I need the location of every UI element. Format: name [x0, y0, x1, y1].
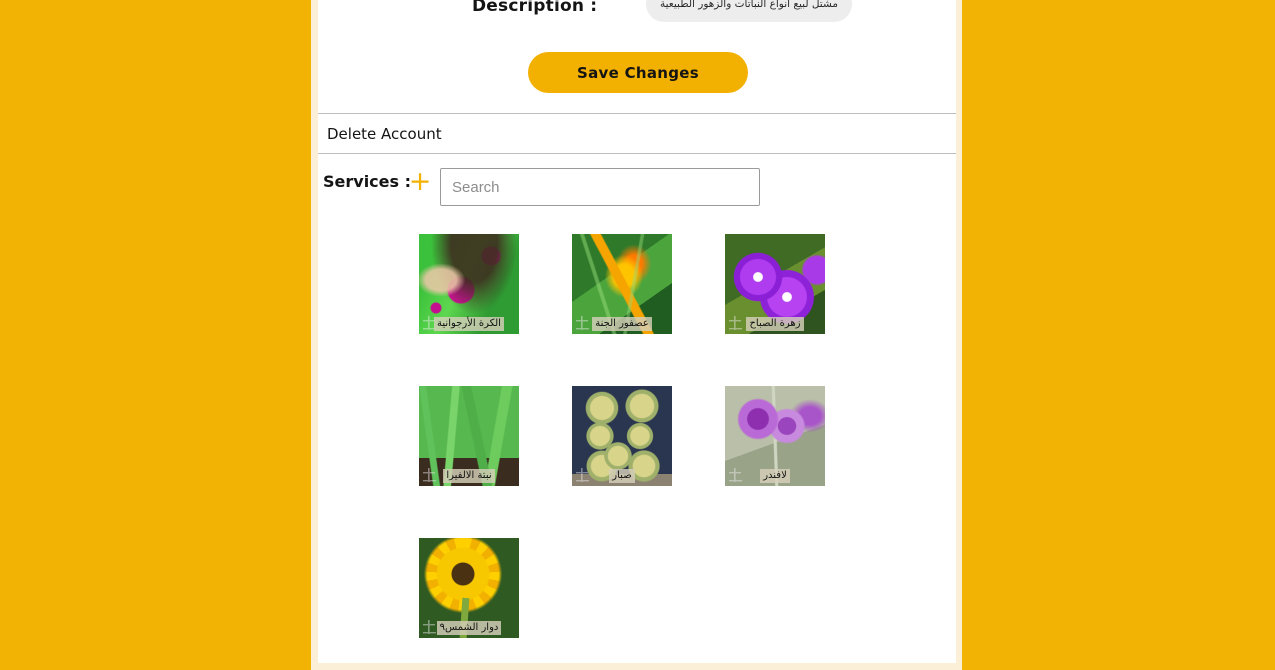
save-changes-button[interactable]: Save Changes — [528, 52, 748, 93]
service-card[interactable]: دوار الشمس٩ — [419, 538, 519, 638]
description-row: Description : مشتل لبيع أنواع النباتات و… — [318, 0, 956, 34]
services-grid: الكرة الأرجوانية عصفور الجنة زهرة الصباح نب… — [419, 234, 899, 670]
profile-page-card: Description : مشتل لبيع أنواع النباتات و… — [318, 0, 956, 663]
service-card-label: دوار الشمس٩ — [419, 615, 519, 635]
service-card-placeholder — [572, 538, 672, 638]
plus-icon[interactable]: + — [408, 168, 432, 195]
service-card-label: نبتة الالفيرا — [419, 463, 519, 483]
service-card[interactable]: لافندر — [725, 386, 825, 486]
page-background: { "theme": { "background": "#F2B305", "a… — [0, 0, 1275, 670]
service-card[interactable]: صبار — [572, 386, 672, 486]
service-card[interactable]: عصفور الجنة — [572, 234, 672, 334]
description-input[interactable]: مشتل لبيع أنواع النباتات والزهور الطبيعي… — [646, 0, 852, 22]
service-card-label: زهرة الصباح — [725, 311, 825, 331]
service-card-placeholder — [725, 538, 825, 638]
service-card-label: عصفور الجنة — [572, 311, 672, 331]
description-label: Description : — [472, 0, 598, 16]
service-card[interactable]: الكرة الأرجوانية — [419, 234, 519, 334]
services-grid-row: نبتة الالفيرا صبار لافندر — [419, 386, 899, 538]
service-card-label: صبار — [572, 463, 672, 483]
delete-account-row[interactable]: Delete Account — [318, 113, 956, 154]
services-grid-row: دوار الشمس٩ — [419, 538, 899, 670]
services-label: Services : — [323, 172, 412, 191]
service-card-label: الكرة الأرجوانية — [419, 311, 519, 331]
service-card[interactable]: زهرة الصباح — [725, 234, 825, 334]
services-header: Services : + — [318, 162, 956, 220]
service-card[interactable]: نبتة الالفيرا — [419, 386, 519, 486]
search-input[interactable] — [440, 168, 760, 206]
service-card-label: لافندر — [725, 463, 825, 483]
services-grid-row: الكرة الأرجوانية عصفور الجنة زهرة الصباح — [419, 234, 899, 386]
delete-account-label: Delete Account — [327, 124, 442, 143]
